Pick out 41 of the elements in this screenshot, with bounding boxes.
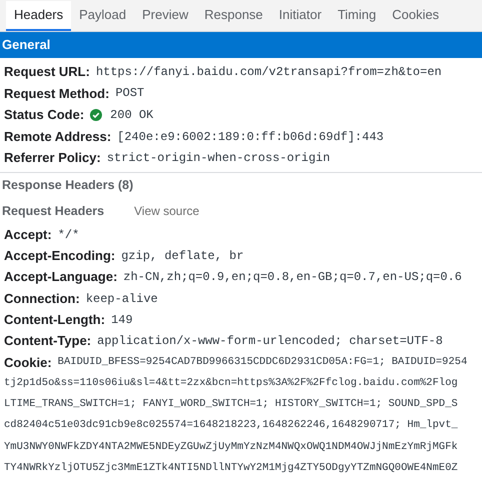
header-value: TY4NWRkYzljOTU5Zjc3MmE1ZTk4NTI5NDllNTYwY2M1Mjg4ZTY5ODgyYTZmNGQ0OWE4NmE0Z (3, 461, 459, 476)
header-value: keep-alive (86, 290, 158, 308)
header-name: Accept-Encoding: (4, 247, 116, 266)
header-value: zh-CN,zh;q=0.9,en;q=0.8,en-GB;q=0.7,en-US;q=0.6 (123, 269, 462, 286)
header-name: Content-Type: (4, 332, 92, 350)
header-value: 200 OK (110, 106, 154, 124)
header-name: Accept: (4, 226, 52, 244)
header-name: Cookie: (4, 354, 52, 372)
header-name: Request Method: (4, 84, 110, 103)
header-name: Remote Address: (4, 128, 112, 146)
header-value: strict-origin-when-cross-origin (106, 150, 330, 168)
header-value: tj2p1d5o&ss=110s06iu&sl=4&tt=2zx&bcn=https%3A%2F%2Ffclog.baidu.com%2Flog (3, 376, 459, 391)
header-value: 149 (111, 312, 133, 329)
view-source-link[interactable]: View source (134, 202, 200, 220)
header-value: application/x-www-form-urlencoded; charset=UTF-8 (97, 333, 443, 350)
header-value: [240e:e9:6002:189:0:ff:b06d:69df]:443 (117, 128, 384, 146)
section-title[interactable]: Response Headers (8) (2, 176, 134, 195)
header-value: BAIDUID_BFESS=9254CAD7BD9966315CDDC6D2931CD05A:FG=1; BAIDUID=9254 (58, 354, 468, 370)
check-circle-icon (90, 108, 102, 121)
tab[interactable]: Timing (330, 1, 384, 31)
header-value: cd82404c51e03dc91cb9e8c025574=1648218223,1648262246,1648290717; Hm_lpvt_ (3, 418, 459, 434)
header-value: LTIME_TRANS_SWITCH=1; FANYI_WORD_SWITCH=1; HISTORY_SWITCH=1; SOUND_SPD_S (3, 397, 459, 412)
header-name: Request URL: (4, 63, 90, 82)
tab[interactable]: Preview (134, 1, 196, 31)
header-name: Accept-Language: (4, 268, 118, 286)
header-name: Status Code: (4, 106, 84, 124)
header-name: Referrer Policy: (4, 149, 101, 168)
tab[interactable]: Payload (71, 1, 134, 31)
header-value: gzip, deflate, br (121, 248, 244, 265)
section-title[interactable]: Request Headers (2, 202, 104, 220)
header-name: Connection: (4, 290, 80, 308)
header-value: */* (58, 226, 80, 244)
header-value: https://fanyi.baidu.com/v2transapi?from=zh&to=en (96, 64, 442, 81)
header-value: POST (115, 85, 144, 102)
tab[interactable]: Initiator (270, 1, 330, 31)
tab[interactable]: Response (196, 1, 271, 31)
section-header[interactable]: General (0, 32, 482, 58)
tab[interactable]: Cookies (384, 1, 448, 31)
tab[interactable]: Headers (6, 1, 72, 31)
header-name: Content-Length: (4, 311, 106, 330)
header-value: YmU3NWY0NWFkZDY4NTA2MWE5NDEyZGUwZjUyMmYzNzM4NWQxOWQ1NDM4OWJjNmEzYmRjMGFk (3, 440, 459, 455)
